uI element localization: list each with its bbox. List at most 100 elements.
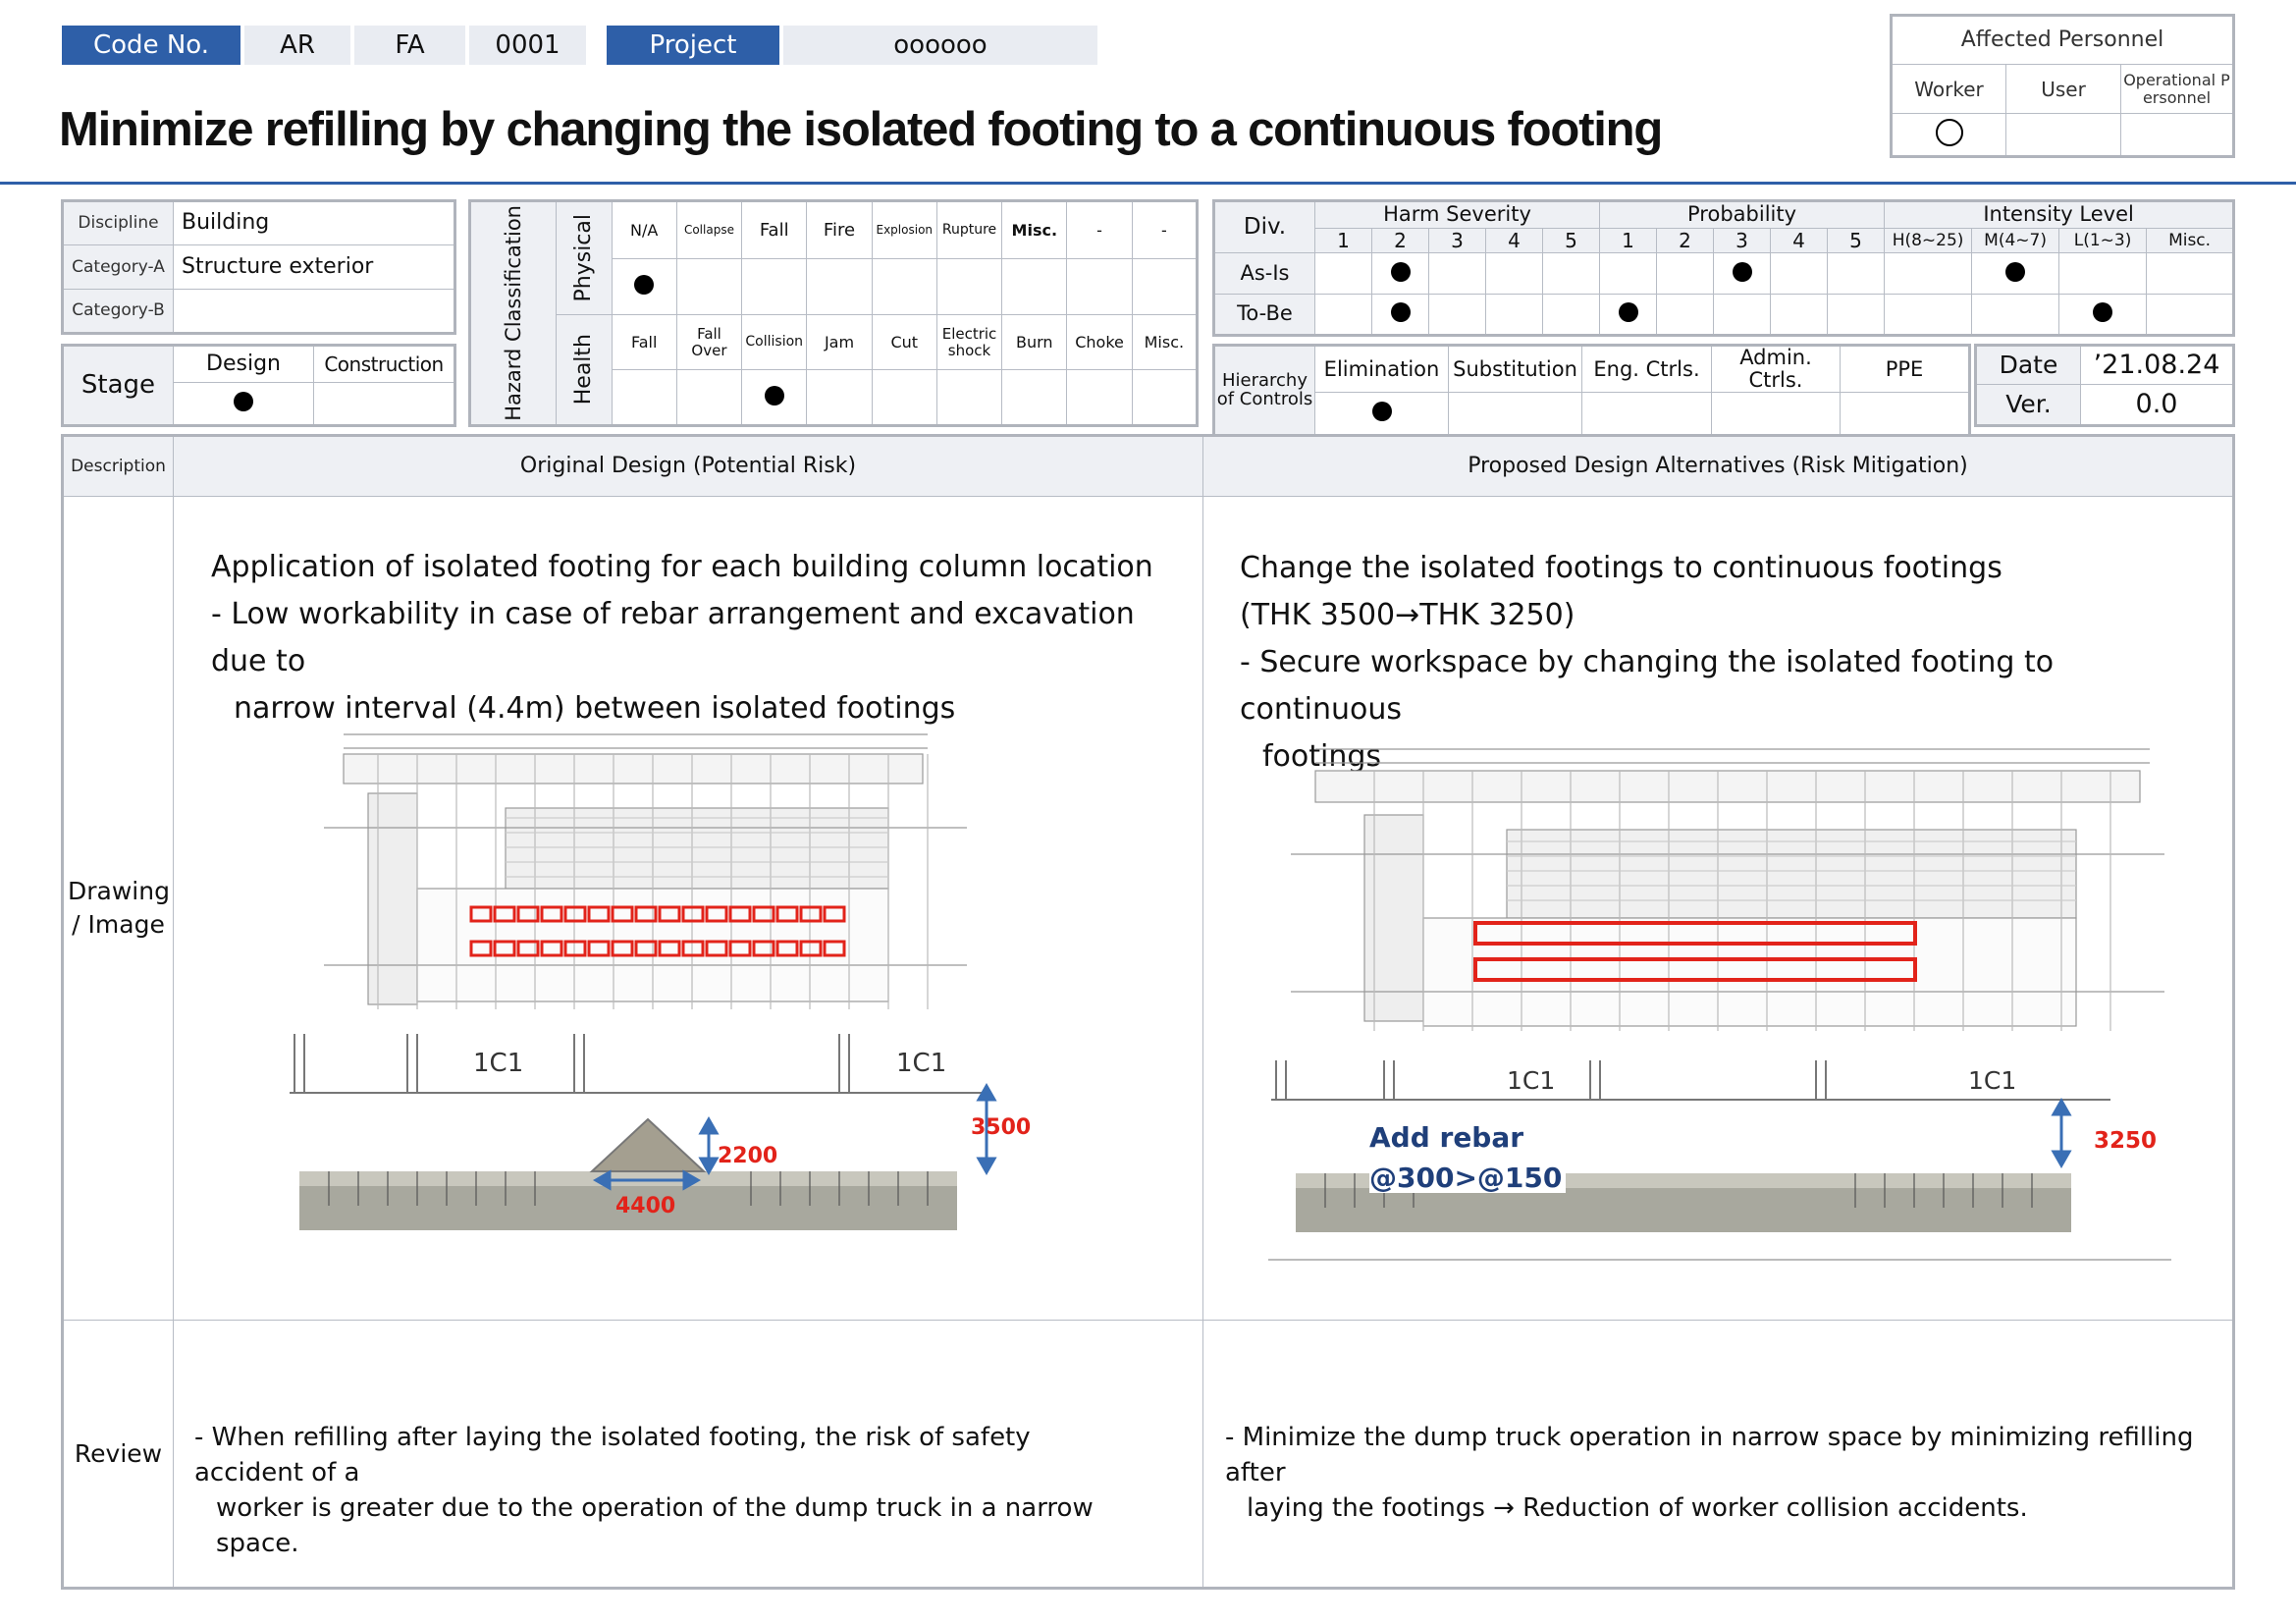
physical-mark xyxy=(675,258,743,315)
date-value: ’21.08.24 xyxy=(2080,345,2234,385)
affected-personnel-title: Affected Personnel xyxy=(1891,15,2234,65)
to-be-probability-cell xyxy=(1599,294,1657,336)
to-be-intensity-cell xyxy=(2058,294,2148,336)
probability-scale: 5 xyxy=(1826,228,1886,253)
personnel-operational: Operational P ersonnel xyxy=(2120,64,2234,114)
dot-mark-icon xyxy=(1390,261,1411,282)
affected-personnel-table: Affected Personnel Worker User Operation… xyxy=(1890,14,2235,158)
code-part-2: FA xyxy=(354,26,465,65)
physical-item: Misc. xyxy=(1001,200,1068,259)
health-mark xyxy=(1001,369,1068,426)
hierarchy-table: Hierarchy of Controls Elimination Substi… xyxy=(1212,344,1971,438)
physical-item: Collapse xyxy=(675,200,743,259)
original-review-text: - When refilling after laying the isolat… xyxy=(194,1420,1137,1561)
severity-scale: 3 xyxy=(1428,228,1486,253)
discipline-table: Discipline Building Category-A Structure e… xyxy=(61,199,456,335)
to-be-severity-cell xyxy=(1428,294,1486,336)
health-text: Health xyxy=(570,334,596,406)
severity-scale: 1 xyxy=(1314,228,1372,253)
hierarchy-mark xyxy=(1711,392,1841,437)
dot-mark-icon xyxy=(2093,302,2113,322)
stage-design-mark xyxy=(173,382,314,426)
original-text-line: - Low workability in case of rebar arran… xyxy=(211,597,1135,678)
dim-height-label: 2200 xyxy=(718,1144,777,1168)
original-design-header: Original Design (Potential Risk) xyxy=(173,435,1203,497)
health-item: Collision xyxy=(741,314,808,370)
stage-construction: Construction xyxy=(313,345,455,383)
hazard-classification-label: Hazard Classification xyxy=(468,200,558,426)
section-label-left: 1C1 xyxy=(473,1049,523,1078)
dot-mark-icon xyxy=(764,385,784,406)
personnel-user-mark xyxy=(2005,113,2121,157)
hierarchy-col: PPE xyxy=(1840,344,1970,394)
health-item: Electric shock xyxy=(935,314,1003,370)
rebar-note-line1: Add rebar xyxy=(1369,1121,1523,1154)
to-be-probability-cell xyxy=(1770,294,1828,336)
harm-severity-label: Harm Severity xyxy=(1314,200,1600,229)
health-mark xyxy=(741,369,808,426)
proposed-review-line: laying the footings → Reduction of worke… xyxy=(1247,1493,2028,1523)
version-label: Ver. xyxy=(1975,384,2081,426)
health-item: Misc. xyxy=(1131,314,1199,370)
stage-label: Stage xyxy=(62,345,174,426)
personnel-user: User xyxy=(2005,64,2121,114)
dot-mark-icon xyxy=(1732,261,1752,282)
section-label-right: 1C1 xyxy=(896,1049,946,1078)
health-item: Fall Over xyxy=(675,314,743,370)
review-label: Review xyxy=(62,1320,174,1589)
intensity-col: H(8~25) xyxy=(1884,228,1973,253)
hierarchy-label: Hierarchy of Controls xyxy=(1213,344,1315,437)
as-is-probability-cell xyxy=(1826,252,1886,295)
as-is-intensity-cell xyxy=(2058,252,2148,295)
personnel-operational-mark xyxy=(2120,113,2234,157)
code-part-3: 0001 xyxy=(469,26,586,65)
to-be-severity-cell xyxy=(1485,294,1543,336)
probability-scale: 4 xyxy=(1770,228,1828,253)
severity-scale: 5 xyxy=(1542,228,1600,253)
intensity-level-label: Intensity Level xyxy=(1884,200,2235,229)
proposed-drawing: 1C1 1C1 Add rebar @300>@150 3250 xyxy=(1268,748,2171,1261)
health-item: Burn xyxy=(1001,314,1068,370)
intensity-col: M(4~7) xyxy=(1971,228,2060,253)
physical-item: - xyxy=(1066,200,1133,259)
hierarchy-mark xyxy=(1581,392,1712,437)
hierarchy-mark xyxy=(1840,392,1970,437)
plan-view xyxy=(1291,748,2164,1031)
health-mark xyxy=(935,369,1003,426)
to-be-label: To-Be xyxy=(1213,294,1315,336)
probability-scale: 1 xyxy=(1599,228,1657,253)
physical-mark xyxy=(1131,258,1199,315)
hierarchy-col: Substitution xyxy=(1448,344,1582,394)
to-be-intensity-cell xyxy=(2146,294,2235,336)
plan-view xyxy=(324,733,967,1009)
dot-mark-icon xyxy=(1371,402,1392,422)
proposed-review-text: - Minimize the dump truck operation in n… xyxy=(1225,1420,2216,1526)
to-be-intensity-cell xyxy=(1884,294,1973,336)
physical-label: Physical xyxy=(556,200,613,315)
hierarchy-mark xyxy=(1314,392,1449,437)
section-label-left: 1C1 xyxy=(1507,1066,1555,1095)
as-is-severity-cell xyxy=(1542,252,1600,295)
physical-item: Fire xyxy=(806,200,873,259)
code-no-label: Code No. xyxy=(62,26,240,65)
health-mark xyxy=(806,369,873,426)
as-is-probability-cell xyxy=(1599,252,1657,295)
hierarchy-col: Admin. Ctrls. xyxy=(1711,344,1841,394)
rebar-note-line2: @300>@150 xyxy=(1369,1162,1562,1194)
as-is-intensity-cell xyxy=(2146,252,2235,295)
to-be-severity-cell xyxy=(1314,294,1372,336)
to-be-severity-cell xyxy=(1542,294,1600,336)
hierarchy-col: Eng. Ctrls. xyxy=(1581,344,1712,394)
physical-mark xyxy=(741,258,808,315)
hazard-classification-text: Hazard Classification xyxy=(501,205,525,421)
severity-scale: 2 xyxy=(1371,228,1429,253)
as-is-label: As-Is xyxy=(1213,252,1315,295)
header-divider xyxy=(0,182,2296,185)
original-text-line: Application of isolated footing for each… xyxy=(211,550,1153,584)
stage-design: Design xyxy=(173,345,314,383)
to-be-probability-cell xyxy=(1826,294,1886,336)
date-label: Date xyxy=(1975,345,2081,385)
as-is-severity-cell xyxy=(1428,252,1486,295)
dot-mark-icon xyxy=(1390,302,1411,322)
section-view: 1C1 1C1 Add rebar @300>@150 3250 xyxy=(1268,1060,2171,1261)
